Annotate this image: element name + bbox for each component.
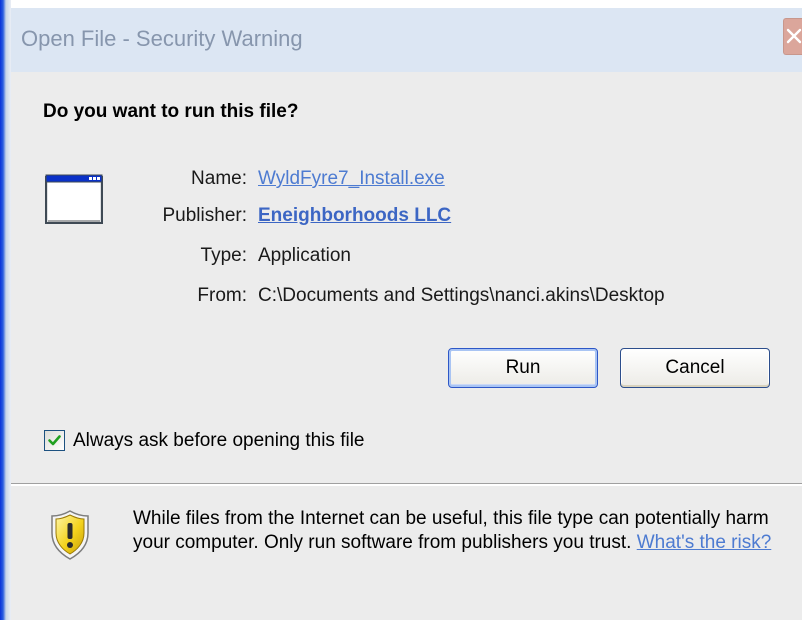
window-left-frame bbox=[0, 0, 11, 620]
type-value: Application bbox=[258, 245, 351, 266]
application-window-icon bbox=[45, 174, 103, 224]
dialog-body: Do you want to run this file? Name: Wyld… bbox=[11, 72, 802, 483]
warning-message: While files from the Internet can be use… bbox=[133, 507, 773, 555]
file-name-link[interactable]: WyldFyre7_Install.exe bbox=[258, 168, 445, 189]
run-button[interactable]: Run bbox=[448, 348, 598, 388]
always-ask-label[interactable]: Always ask before opening this file bbox=[73, 430, 365, 452]
checkmark-icon bbox=[48, 435, 61, 446]
warning-shield-icon bbox=[51, 510, 89, 560]
warning-section: While files from the Internet can be use… bbox=[11, 486, 802, 620]
publisher-link[interactable]: Eneighborhoods LLC bbox=[258, 205, 451, 226]
dialog-question: Do you want to run this file? bbox=[43, 101, 299, 122]
whats-the-risk-link[interactable]: What's the risk? bbox=[637, 532, 772, 553]
close-button[interactable] bbox=[783, 18, 802, 55]
type-label: Type: bbox=[200, 245, 247, 266]
name-label: Name: bbox=[191, 168, 247, 189]
from-value: C:\Documents and Settings\nanci.akins\De… bbox=[258, 285, 665, 306]
title-bar[interactable]: Open File - Security Warning bbox=[11, 8, 802, 72]
from-label: From: bbox=[197, 285, 247, 306]
security-warning-dialog: Open File - Security Warning Do you want… bbox=[0, 0, 802, 620]
always-ask-checkbox[interactable] bbox=[44, 430, 65, 451]
name-value: WyldFyre7_Install.exe bbox=[258, 168, 445, 190]
window-title: Open File - Security Warning bbox=[21, 26, 303, 51]
close-icon bbox=[786, 28, 802, 44]
publisher-label: Publisher: bbox=[162, 205, 248, 226]
cancel-button[interactable]: Cancel bbox=[620, 348, 770, 388]
publisher-value: Eneighborhoods LLC bbox=[258, 205, 451, 227]
